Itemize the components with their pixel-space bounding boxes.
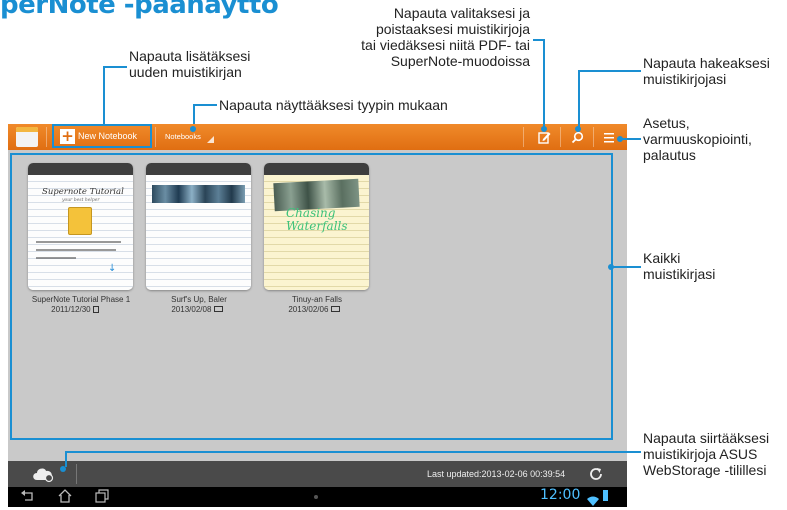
portrait-page-icon	[92, 306, 99, 313]
callout-line	[103, 66, 127, 68]
callout-settings: Asetus, varmuuskopiointi, palautus	[643, 115, 752, 163]
back-button[interactable]	[20, 489, 34, 507]
notebook-date: 2013/02/06	[244, 305, 384, 314]
page-title: perNote -päänäyttö	[0, 0, 279, 20]
notebook-name: Tinuy-an Falls	[292, 295, 342, 304]
callout-line	[103, 66, 105, 124]
search-icon	[571, 131, 584, 144]
handwriting-line	[36, 257, 76, 259]
supernote-app-icon	[16, 127, 38, 147]
notebooks-dropdown[interactable]: Notebooks	[165, 132, 201, 141]
callout-dot	[575, 126, 581, 132]
settings-menu-button[interactable]	[603, 131, 616, 148]
refresh-icon	[590, 468, 602, 480]
wifi-icon	[587, 491, 599, 510]
arrow-down-icon: ↓	[108, 263, 117, 274]
thumb-title: Chasing Waterfalls	[286, 206, 348, 233]
callout-new-notebook: Napauta lisätäksesi uuden muistikirjan	[129, 48, 251, 80]
notebook-card[interactable]: Supernote Tutorial your best helper ↓	[28, 163, 133, 290]
callout-line	[193, 104, 195, 124]
edit-icon	[538, 132, 551, 144]
last-updated-text: Last updated:2013-02-06 00:39:54	[427, 469, 566, 479]
divider	[76, 464, 77, 484]
cloud-settings-icon	[33, 468, 54, 483]
divider	[46, 127, 47, 147]
edit-select-button[interactable]	[538, 131, 551, 148]
back-icon	[21, 490, 33, 501]
recent-apps-button[interactable]	[95, 489, 109, 507]
notebook-binding	[28, 163, 133, 175]
callout-line	[620, 138, 641, 140]
callout-line	[65, 451, 67, 467]
handwriting-line	[36, 241, 121, 243]
handwriting-line	[36, 249, 116, 251]
callout-line	[543, 39, 545, 128]
callout-dot	[617, 136, 623, 142]
callout-line	[193, 104, 217, 106]
divider	[593, 127, 594, 147]
divider	[155, 127, 156, 147]
home-icon	[58, 489, 72, 503]
refresh-button[interactable]	[588, 466, 604, 486]
callout-all-notebooks: Kaikki muistikirjasi	[643, 250, 716, 282]
callout-dot	[608, 264, 614, 270]
home-button[interactable]	[58, 489, 72, 507]
callout-webstorage: Napauta siirtääksesi muistikirjoja ASUS …	[643, 430, 770, 478]
webstorage-sync-button[interactable]	[31, 465, 57, 487]
status-clock: 12:00	[540, 487, 581, 503]
center-dot	[314, 495, 318, 499]
landscape-page-icon	[330, 306, 340, 312]
divider	[560, 127, 561, 147]
thumb-title: Supernote Tutorial	[42, 187, 124, 197]
callout-search: Napauta hakeaksesi muistikirjojasi	[643, 55, 770, 87]
divider	[523, 127, 524, 147]
notebook-binding	[146, 163, 251, 175]
callout-filter-type: Napauta näyttääksesi tyypin mukaan	[219, 97, 448, 113]
photo-strip-image	[152, 185, 245, 203]
thumb-subtitle: your best helper	[62, 198, 100, 203]
callout-line	[611, 266, 641, 268]
landscape-page-icon	[213, 306, 223, 312]
notebook-binding	[264, 163, 369, 175]
callout-dot	[541, 126, 547, 132]
callout-dot	[190, 126, 196, 132]
new-notebook-highlight	[52, 124, 152, 148]
dropdown-caret-icon	[207, 136, 214, 143]
recent-apps-icon	[95, 489, 109, 503]
notebook-card[interactable]: Chasing Waterfalls	[264, 163, 369, 290]
battery-icon	[603, 490, 608, 501]
notepad-illustration	[68, 207, 92, 235]
notebook-card[interactable]	[146, 163, 251, 290]
overflow-menu-icon	[604, 133, 614, 143]
callout-select: Napauta valitaksesi ja poistaaksesi muis…	[361, 5, 530, 69]
callout-line	[578, 70, 641, 72]
callout-dot	[60, 466, 66, 472]
callout-line	[65, 451, 641, 453]
callout-line	[578, 70, 580, 128]
search-button[interactable]	[571, 131, 584, 148]
notebook-date: 2011/12/30	[5, 305, 145, 314]
